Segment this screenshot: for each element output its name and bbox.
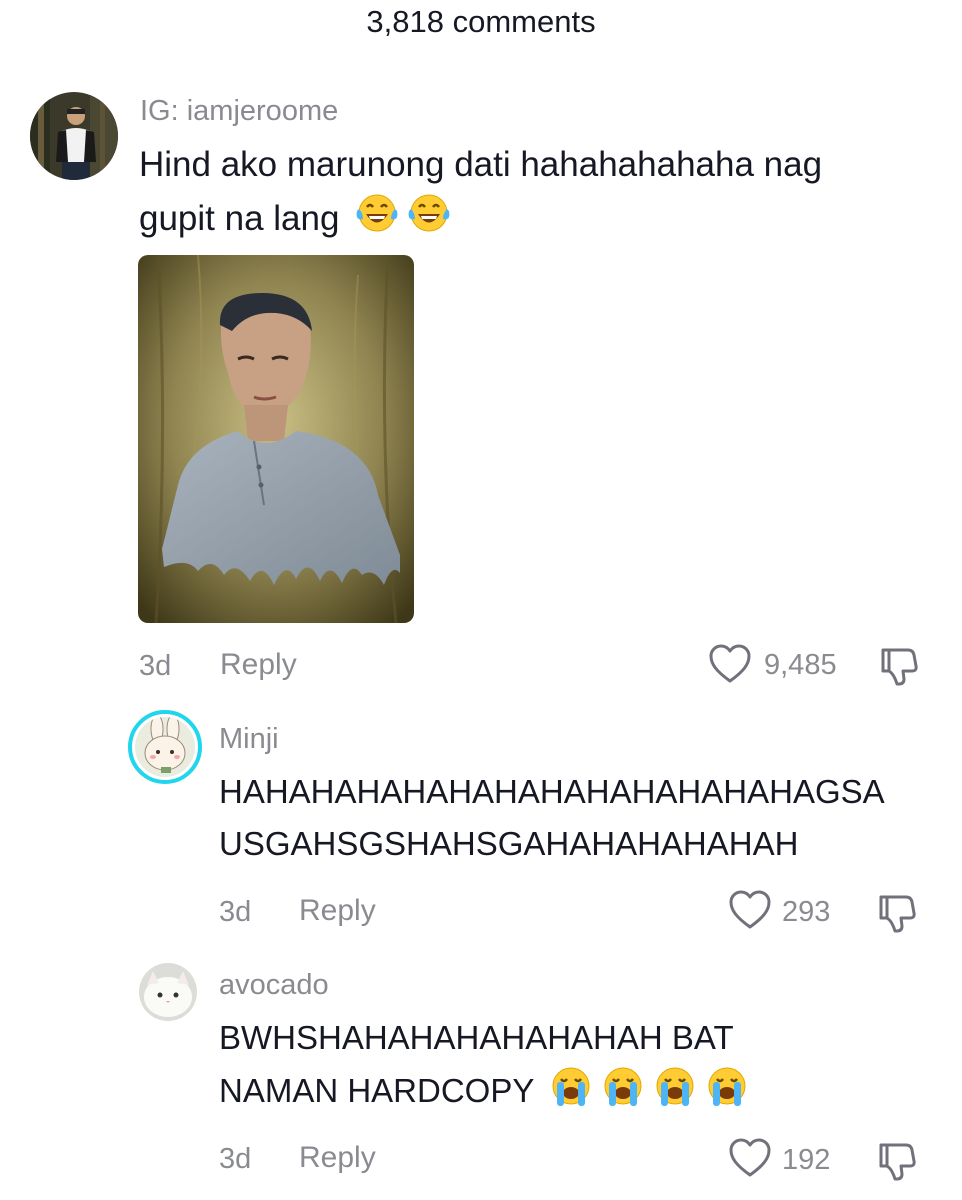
heart-icon (728, 890, 772, 935)
heart-icon (728, 1138, 772, 1183)
like-count: 192 (782, 1144, 831, 1176)
dislike-button[interactable] (878, 642, 924, 688)
avatar[interactable] (139, 963, 197, 1021)
reply-button[interactable]: Reply (299, 894, 376, 928)
comment-username[interactable]: IG: iamjeroome (140, 94, 338, 128)
comment-timestamp: 3d (139, 650, 172, 682)
comment-text-line2: USGAHSGSHAHSGAHAHAHAHAHAH (219, 825, 799, 862)
comment-text-line2: NAMAN HARDCOPY (219, 1064, 751, 1123)
comment-text: HAHAHAHAHAHAHAHAHAHAHAHAHAGSA (219, 773, 885, 810)
like-button[interactable]: 293 (728, 888, 848, 934)
heart-icon (708, 644, 752, 689)
thumbs-down-icon (878, 648, 924, 692)
dislike-button[interactable] (876, 1137, 922, 1183)
loudly-crying-face-emoji-icon (703, 1064, 751, 1123)
loudly-crying-face-emoji-icon (599, 1064, 647, 1123)
avatar[interactable] (30, 92, 118, 180)
comments-count-title: 3,818 comments (366, 4, 596, 39)
thumbs-down-icon (876, 895, 922, 939)
comment-text-fragment: NAMAN HARDCOPY (219, 1072, 534, 1110)
like-button[interactable]: 192 (728, 1136, 848, 1182)
like-count: 9,485 (764, 649, 837, 681)
comment-text: Hind ako marunong dati hahahahahaha nag (139, 145, 823, 184)
comment-text-fragment: gupit na lang (139, 198, 340, 238)
loudly-crying-face-emoji-icon (547, 1064, 595, 1123)
thumbs-down-icon (876, 1143, 922, 1187)
comment-timestamp: 3d (219, 1143, 252, 1175)
tears-of-joy-emoji-icon (353, 191, 401, 250)
comment-attached-photo[interactable] (138, 255, 414, 623)
dislike-button[interactable] (876, 889, 922, 935)
tears-of-joy-emoji-icon (405, 191, 453, 250)
avatar (135, 717, 195, 777)
comment-username[interactable]: avocado (219, 968, 329, 1002)
reply-button[interactable]: Reply (220, 648, 297, 682)
comment-username[interactable]: Minji (219, 722, 279, 756)
reply-button[interactable]: Reply (299, 1141, 376, 1175)
comment-text: BWHSHAHAHAHAHAHAHAH BAT (219, 1019, 734, 1056)
like-count: 293 (782, 896, 831, 928)
loudly-crying-face-emoji-icon (651, 1064, 699, 1123)
comment-timestamp: 3d (219, 896, 252, 928)
like-button[interactable]: 9,485 (708, 642, 848, 688)
comment-text-line2: gupit na lang (139, 191, 453, 250)
avatar-story-ring[interactable] (128, 710, 202, 784)
